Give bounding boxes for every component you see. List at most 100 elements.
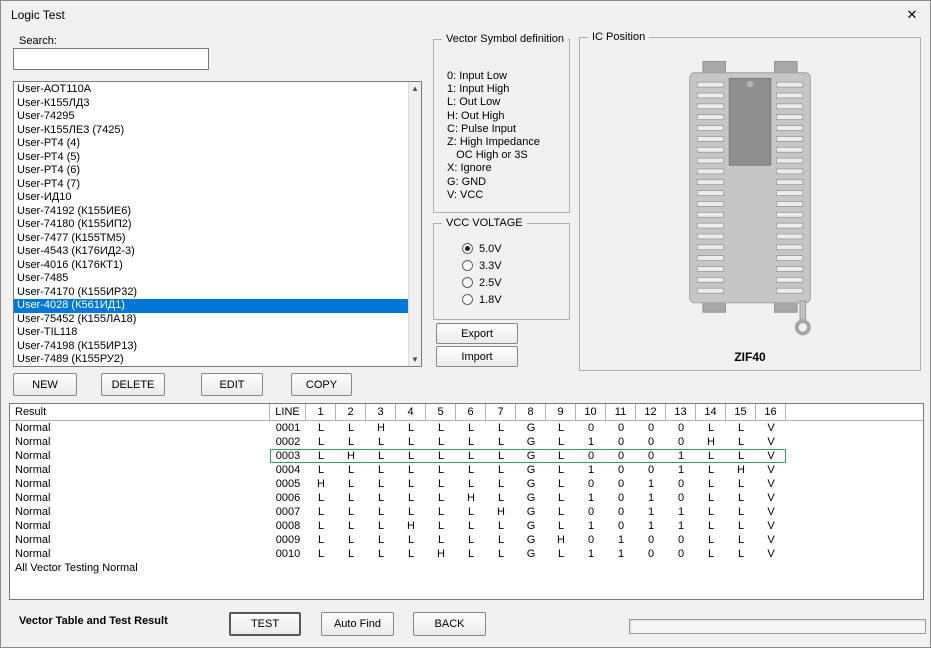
vector-value-cell: G <box>516 435 546 449</box>
list-item[interactable]: User-74198 (К155ИР13) <box>14 340 408 354</box>
table-row[interactable]: Normal0010LLLLHLLGL1100LLV <box>10 547 923 561</box>
list-item[interactable]: User-РТ4 (7) <box>14 178 408 192</box>
list-item[interactable]: User-74295 <box>14 110 408 124</box>
table-row[interactable]: Normal0007LLLLLLHGL0011LLV <box>10 505 923 519</box>
list-item[interactable]: User-74180 (К155ИП2) <box>14 218 408 232</box>
list-item[interactable]: User-4028 (К561ИД1) <box>14 299 408 313</box>
vector-value-cell: G <box>516 519 546 533</box>
vector-value-cell: L <box>366 505 396 519</box>
list-item[interactable]: User-4543 (К176ИД2-3) <box>14 245 408 259</box>
list-item[interactable]: User-74192 (К155ИЕ6) <box>14 205 408 219</box>
symbol-definition-line: 0: Input Low <box>447 70 569 83</box>
list-item[interactable]: User-7489 (К155РУ2) <box>14 353 408 366</box>
vector-value-cell: L <box>456 463 486 477</box>
vector-value-cell: L <box>486 477 516 491</box>
vcc-option-5.0V[interactable]: 5.0V <box>462 242 569 255</box>
table-row[interactable]: Normal0009LLLLLLLGH0100LLV <box>10 533 923 547</box>
vector-value-cell: 0 <box>606 491 636 505</box>
vcc-voltage-title: VCC VOLTAGE <box>442 217 527 229</box>
result-cell: Normal <box>10 533 270 547</box>
vector-value-cell: G <box>516 505 546 519</box>
table-header-cell: 9 <box>546 404 576 420</box>
row-vector-range: 0010LLLLHLLGL1100LLV <box>270 547 786 561</box>
vector-value-cell: 0 <box>636 435 666 449</box>
vector-value-cell: H <box>366 421 396 435</box>
list-item[interactable]: User-74170 (К155ИР32) <box>14 286 408 300</box>
close-button[interactable]: ✕ <box>894 1 930 29</box>
zif-socket-graphic <box>684 54 816 348</box>
vector-symbol-definition-title: Vector Symbol definition <box>442 33 568 45</box>
vector-value-cell: L <box>546 547 576 561</box>
list-item[interactable]: User-TIL118 <box>14 326 408 340</box>
copy-button[interactable]: COPY <box>291 373 352 396</box>
vector-value-cell: L <box>396 449 426 463</box>
list-item[interactable]: User-75452 (К155ЛА18) <box>14 313 408 327</box>
search-input[interactable] <box>13 48 209 70</box>
vcc-option-2.5V[interactable]: 2.5V <box>462 276 569 289</box>
vector-value-cell: G <box>516 547 546 561</box>
table-header-row: ResultLINE12345678910111213141516 <box>10 404 923 421</box>
vcc-option-1.8V[interactable]: 1.8V <box>462 293 569 306</box>
row-vector-range: 0002LLLLLLLGL1000HLV <box>270 435 786 449</box>
vector-value-cell: L <box>336 421 366 435</box>
vector-value-cell: L <box>396 421 426 435</box>
table-row[interactable]: Normal0002LLLLLLLGL1000HLV <box>10 435 923 449</box>
vector-value-cell: L <box>306 463 336 477</box>
vector-value-cell: L <box>546 463 576 477</box>
table-row[interactable]: Normal0006LLLLLHLGL1010LLV <box>10 491 923 505</box>
list-item[interactable]: User-К155ЛД3 <box>14 97 408 111</box>
vector-value-cell: H <box>336 449 366 463</box>
table-row[interactable]: Normal0005HLLLLLLGL0010LLV <box>10 477 923 491</box>
vector-value-cell: 0 <box>666 533 696 547</box>
vector-value-cell: L <box>426 505 456 519</box>
table-header-cell: 3 <box>366 404 396 420</box>
device-listbox[interactable]: User-АОТ110АUser-К155ЛД3User-74295User-К… <box>13 81 422 367</box>
list-item[interactable]: User-РТ4 (6) <box>14 164 408 178</box>
titlebar: Logic Test ✕ <box>1 1 930 29</box>
table-row[interactable]: Normal0004LLLLLLLGL1001LHV <box>10 463 923 477</box>
vector-value-cell: L <box>456 519 486 533</box>
list-item[interactable]: User-РТ4 (5) <box>14 151 408 165</box>
vector-value-cell: 1 <box>606 533 636 547</box>
table-row[interactable]: Normal0003LHLLLLLGL0001LLV <box>10 449 923 463</box>
list-item[interactable]: User-7477 (К155ТМ5) <box>14 232 408 246</box>
vector-value-cell: 0 <box>666 435 696 449</box>
vector-value-cell: 1 <box>576 491 606 505</box>
symbol-definition-line: G: GND <box>447 176 569 189</box>
vector-value-cell: V <box>756 491 786 505</box>
list-scrollbar[interactable]: ▲ ▼ <box>408 82 421 366</box>
back-button[interactable]: BACK <box>413 612 486 636</box>
vector-value-cell: L <box>426 491 456 505</box>
import-button[interactable]: Import <box>436 346 518 367</box>
delete-button[interactable]: DELETE <box>101 373 165 396</box>
radio-icon <box>462 260 473 271</box>
vector-value-cell: H <box>426 547 456 561</box>
vcc-option-3.3V[interactable]: 3.3V <box>462 259 569 272</box>
table-header-cell: 10 <box>576 404 606 420</box>
vector-value-cell: L <box>726 435 756 449</box>
table-row[interactable]: Normal0001LLHLLLLGL0000LLV <box>10 421 923 435</box>
table-header-cell: 4 <box>396 404 426 420</box>
new-button[interactable]: NEW <box>13 373 77 396</box>
result-cell: Normal <box>10 449 270 463</box>
vector-value-cell: L <box>306 547 336 561</box>
test-button[interactable]: TEST <box>229 612 301 636</box>
export-button[interactable]: Export <box>436 323 518 344</box>
list-item[interactable]: User-7485 <box>14 272 408 286</box>
vector-value-cell: L <box>486 435 516 449</box>
vector-value-cell: 1 <box>636 477 666 491</box>
vcc-option-label: 5.0V <box>479 243 502 255</box>
list-item[interactable]: User-ИД10 <box>14 191 408 205</box>
list-item[interactable]: User-АОТ110А <box>14 83 408 97</box>
table-row[interactable]: Normal0008LLLHLLLGL1011LLV <box>10 519 923 533</box>
vector-value-cell: 0 <box>606 449 636 463</box>
edit-button[interactable]: EDIT <box>201 373 263 396</box>
list-item[interactable]: User-РТ4 (4) <box>14 137 408 151</box>
scroll-down-icon[interactable]: ▼ <box>409 353 421 366</box>
auto-find-button[interactable]: Auto Find <box>321 612 394 636</box>
line-cell: 0009 <box>270 533 306 547</box>
scroll-up-icon[interactable]: ▲ <box>409 82 421 95</box>
list-item[interactable]: User-К155ЛЕ3 (7425) <box>14 124 408 138</box>
list-item[interactable]: User-4016 (К176КТ1) <box>14 259 408 273</box>
vector-value-cell: L <box>726 477 756 491</box>
